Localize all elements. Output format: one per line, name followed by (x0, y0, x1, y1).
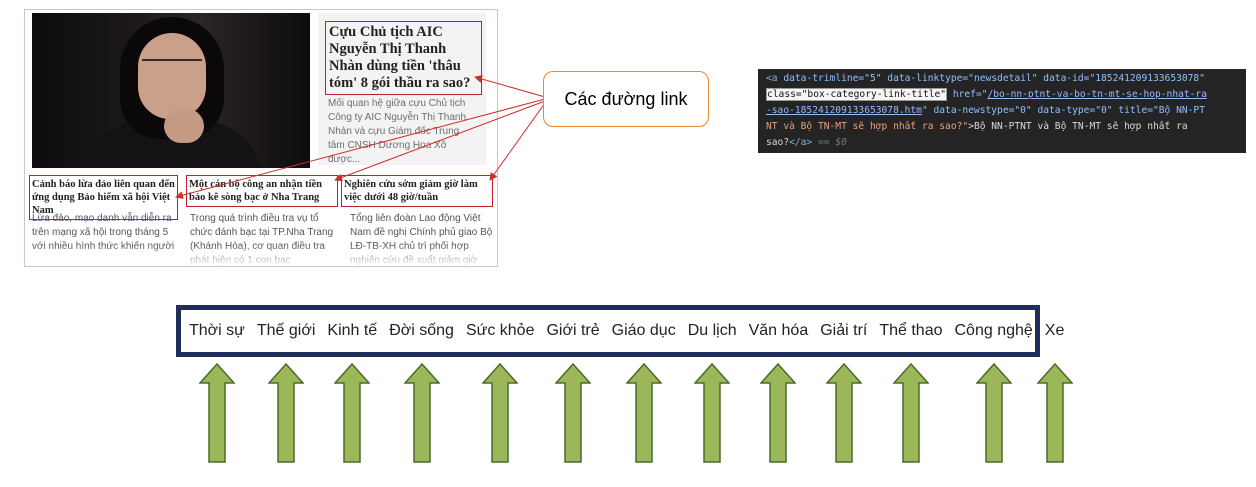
category-nav-bar: Thời sự Thế giới Kinh tế Đời sống Sức kh… (176, 305, 1064, 357)
arrow-to-story-1 (175, 98, 546, 200)
code-title-value: NT và Bộ TN-MT sẽ hợp nhất ra sao?" (766, 121, 969, 132)
nav-item-gioi-tre[interactable]: Giới trẻ (546, 322, 599, 340)
nav-item-giao-duc[interactable]: Giáo dục (612, 322, 676, 340)
nav-item-the-thao[interactable]: Thể thao (879, 322, 942, 340)
nav-item-the-gioi[interactable]: Thế giới (257, 322, 316, 340)
code-attrs-2: " data-newstype="0" data-type="0" title=… (921, 105, 1205, 116)
code-class-attr[interactable]: class="box-category-link-title" (766, 88, 948, 101)
code-href-link-cont[interactable]: -sao-185241209133653078.htm (766, 105, 922, 116)
code-href-link[interactable]: /bo-nn-ptnt-va-bo-tn-mt-se-hop-nhat-ra (988, 89, 1208, 100)
nav-item-du-lich[interactable]: Du lịch (688, 322, 737, 340)
code-link-text: >Bộ NN-PTNT và Bộ TN-MT sẽ hợp nhất ra (968, 121, 1188, 132)
code-open-tag: <a (766, 73, 778, 84)
up-arrow-icon (625, 363, 662, 463)
up-arrow-icon (694, 363, 731, 463)
up-arrow-icon (1036, 363, 1073, 463)
up-arrow-icon (975, 363, 1012, 463)
code-attrs-1: data-trimline="5" data-linktype="newsdet… (777, 73, 1205, 84)
up-arrow-icon (482, 363, 519, 463)
code-selected-marker: == $0 (812, 137, 847, 148)
nav-item-giai-tri[interactable]: Giải trí (820, 322, 867, 340)
code-link-text-cont: sao? (766, 137, 790, 148)
up-arrow-icon (825, 363, 862, 463)
arrow-to-main-story (474, 75, 546, 98)
up-arrow-icon (198, 363, 235, 463)
nav-item-xe[interactable]: Xe (1045, 322, 1065, 340)
up-arrow-icon (892, 363, 929, 463)
nav-item-cong-nghe[interactable]: Công nghệ (955, 322, 1033, 340)
up-arrow-icon (760, 363, 797, 463)
up-arrow-icon (268, 363, 305, 463)
up-arrow-icon (555, 363, 592, 463)
links-callout: Các đường link (543, 71, 709, 127)
code-href-label: href=" (947, 89, 988, 100)
up-arrow-icon (334, 363, 371, 463)
nav-item-thoi-su[interactable]: Thời sự (189, 322, 245, 340)
up-arrow-icon (403, 363, 440, 463)
code-close-tag: </a> (789, 137, 813, 148)
devtools-snippet: <a data-trimline="5" data-linktype="news… (758, 69, 1246, 153)
nav-item-van-hoa[interactable]: Văn hóa (749, 322, 809, 340)
arrow-to-story-3 (489, 102, 546, 181)
nav-item-doi-song[interactable]: Đời sống (389, 322, 454, 340)
callout-label: Các đường link (564, 88, 688, 109)
nav-item-suc-khoe[interactable]: Sức khỏe (466, 322, 535, 340)
arrow-to-story-2 (334, 100, 546, 182)
nav-item-kinh-te[interactable]: Kinh tế (327, 322, 377, 340)
